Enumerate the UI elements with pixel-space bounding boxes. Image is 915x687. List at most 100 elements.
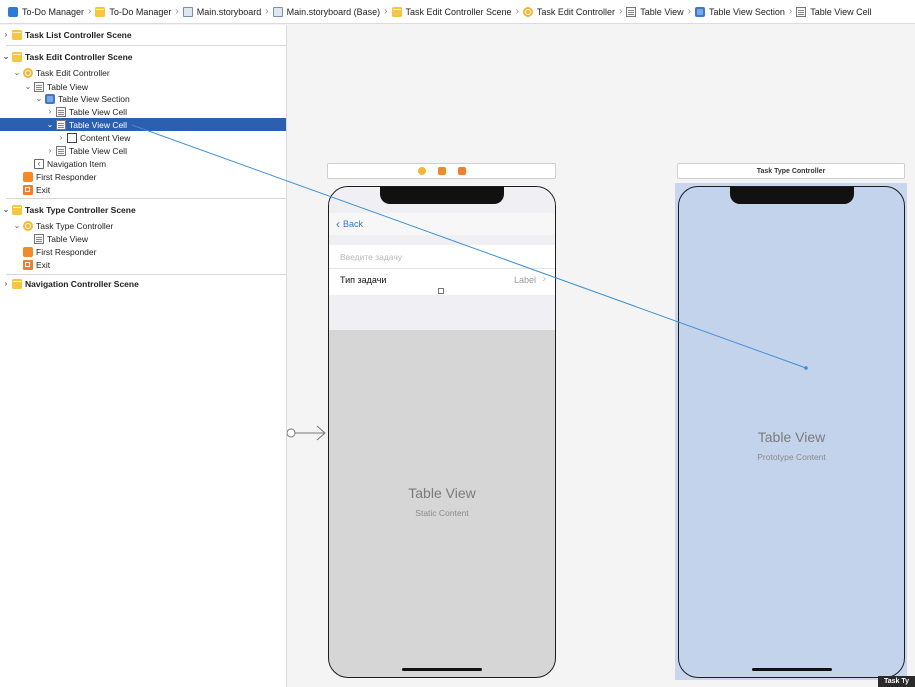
- outline-row-label: Table View: [47, 233, 88, 244]
- breadcrumb-item[interactable]: Main.storyboard: [182, 6, 262, 17]
- breadcrumb-item[interactable]: To-Do Manager: [8, 6, 85, 17]
- disclosure-expanded-icon[interactable]: ⌄: [13, 68, 21, 77]
- outline-row[interactable]: › Navigation Controller Scene: [0, 277, 286, 290]
- disclosure-collapsed-icon[interactable]: ›: [57, 133, 65, 142]
- task-edit-controller-view[interactable]: ‹ Back Введите задачу Тип задачи Label ›…: [328, 186, 556, 678]
- storyboard-canvas[interactable]: ‹ Back Введите задачу Тип задачи Label ›…: [287, 25, 915, 687]
- outline-row[interactable]: Table View: [0, 232, 286, 245]
- table-view-icon: [56, 106, 66, 117]
- task-edit-scene-dock[interactable]: [327, 163, 556, 179]
- bottom-scene-label: Task Ty: [877, 676, 915, 687]
- navigation-bar[interactable]: ‹ Back: [329, 213, 555, 235]
- outline-row[interactable]: › Content View: [0, 131, 286, 144]
- outline-row[interactable]: ⌄ Task Type Controller Scene: [0, 203, 286, 216]
- task-type-controller-view[interactable]: Table View Prototype Content: [678, 186, 905, 678]
- breadcrumb-separator-icon: ›: [788, 6, 793, 17]
- back-button[interactable]: Back: [343, 219, 363, 229]
- task-type-label: Тип задачи: [340, 275, 387, 285]
- outline-row-label: Task Edit Controller: [36, 67, 110, 78]
- storyboard-icon: [272, 6, 283, 17]
- table-view-icon: [56, 119, 66, 130]
- outline-row[interactable]: ‹ Navigation Item: [0, 157, 286, 170]
- outline-row[interactable]: ⌄ Task Type Controller: [0, 219, 286, 232]
- view-icon: [67, 132, 77, 143]
- breadcrumb-separator-icon: ›: [265, 6, 269, 17]
- breadcrumb-item[interactable]: Task Edit Controller: [522, 6, 615, 17]
- task-type-cell[interactable]: Тип задачи Label ›: [329, 269, 555, 295]
- controller-icon: [23, 220, 33, 231]
- outline-row-label: Table View: [47, 81, 88, 92]
- scene-icon: [12, 278, 22, 289]
- outline-row[interactable]: Exit: [0, 183, 286, 196]
- outline-row[interactable]: › Task List Controller Scene: [0, 28, 286, 41]
- device-notch: [729, 187, 854, 204]
- outline-row[interactable]: › Table View Cell: [0, 105, 286, 118]
- disclosure-expanded-icon[interactable]: ⌄: [13, 221, 21, 230]
- table-view-placeholder-subtitle: Prototype Content: [757, 452, 826, 462]
- disclosure-expanded-icon[interactable]: ⌄: [24, 82, 32, 91]
- outline-row[interactable]: › Table View Cell: [0, 144, 286, 157]
- navigation-segue-arrow-icon[interactable]: [287, 421, 327, 445]
- home-indicator: [402, 668, 482, 671]
- outline-row[interactable]: First Responder: [0, 170, 286, 183]
- first-responder-icon: [23, 171, 33, 182]
- outline-row-label: First Responder: [36, 171, 97, 182]
- breadcrumb-item[interactable]: Table View: [626, 6, 684, 17]
- breadcrumb-label: Table View Cell: [810, 6, 872, 17]
- disclosure-collapsed-icon[interactable]: ›: [46, 146, 54, 155]
- breadcrumb: To-Do Manager › To-Do Manager › Main.storybo…: [0, 0, 915, 24]
- table-view-placeholder-title: Table View: [408, 485, 476, 501]
- breadcrumb-item[interactable]: Task Edit Controller Scene: [391, 6, 512, 17]
- outline-row-label: Content View: [80, 132, 131, 143]
- exit-icon[interactable]: [457, 167, 466, 175]
- table-view-placeholder-subtitle: Static Content: [415, 508, 469, 518]
- first-responder-icon[interactable]: [437, 167, 446, 175]
- disclosure-collapsed-icon[interactable]: ›: [2, 279, 10, 288]
- disclosure-expanded-icon[interactable]: ⌄: [46, 120, 54, 129]
- breadcrumb-label: Main.storyboard: [196, 6, 262, 17]
- outline-row[interactable]: First Responder: [0, 245, 286, 258]
- outline-row-label: Table View Cell: [69, 145, 127, 156]
- controller-icon: [23, 67, 33, 78]
- task-text-field[interactable]: Введите задачу: [340, 252, 402, 262]
- table-section-icon: [45, 93, 55, 104]
- breadcrumb-label: Task Edit Controller Scene: [405, 6, 512, 17]
- breadcrumb-separator-icon: ›: [618, 6, 623, 17]
- outline-row-label: Exit: [36, 259, 51, 270]
- breadcrumb-item[interactable]: Main.storyboard (Base): [272, 6, 380, 17]
- outline-divider: [6, 45, 286, 46]
- outline-row-label: First Responder: [36, 246, 97, 257]
- disclosure-expanded-icon[interactable]: ⌄: [2, 205, 10, 214]
- document-outline: › Task List Controller Scene ⌄ Task Edit Co…: [0, 25, 287, 687]
- disclosure-collapsed-icon[interactable]: ›: [46, 107, 54, 116]
- table-view-icon: [626, 6, 637, 17]
- outline-divider: [6, 274, 286, 275]
- task-type-scene-dock[interactable]: Task Type Controller: [677, 163, 905, 179]
- breadcrumb-label: Table View Section: [709, 6, 785, 17]
- breadcrumb-separator-icon: ›: [88, 6, 92, 17]
- scene-icon: [12, 29, 22, 40]
- outline-row[interactable]: ⌄ Task Edit Controller: [0, 66, 286, 79]
- selection-handle: [438, 288, 444, 294]
- outline-row[interactable]: Exit: [0, 258, 286, 271]
- breadcrumb-item[interactable]: Table View Section: [695, 6, 785, 17]
- outline-row[interactable]: ⌄ Table View Section: [0, 92, 286, 105]
- outline-row[interactable]: ⌄ Table View Cell: [0, 118, 286, 131]
- breadcrumb-item[interactable]: Table View Cell: [796, 6, 872, 17]
- task-text-field-cell[interactable]: Введите задачу: [329, 245, 555, 269]
- outline-row[interactable]: ⌄ Task Edit Controller Scene: [0, 50, 286, 63]
- back-chevron-icon[interactable]: ‹: [336, 218, 340, 230]
- controller-icon[interactable]: [417, 167, 426, 175]
- outline-row-label: Task Type Controller: [36, 220, 114, 231]
- first-responder-icon: [23, 246, 33, 257]
- outline-row-label: Table View Section: [58, 93, 130, 104]
- disclosure-expanded-icon[interactable]: ⌄: [35, 94, 43, 103]
- disclosure-expanded-icon[interactable]: ⌄: [2, 52, 10, 61]
- disclosure-collapsed-icon[interactable]: ›: [2, 30, 10, 39]
- table-view-icon: [34, 233, 44, 244]
- breadcrumb-item[interactable]: To-Do Manager: [95, 6, 171, 17]
- storyboard-icon: [182, 6, 193, 17]
- outline-divider: [6, 198, 286, 199]
- breadcrumb-separator-icon: ›: [515, 6, 519, 17]
- breadcrumb-label: To-Do Manager: [22, 6, 85, 17]
